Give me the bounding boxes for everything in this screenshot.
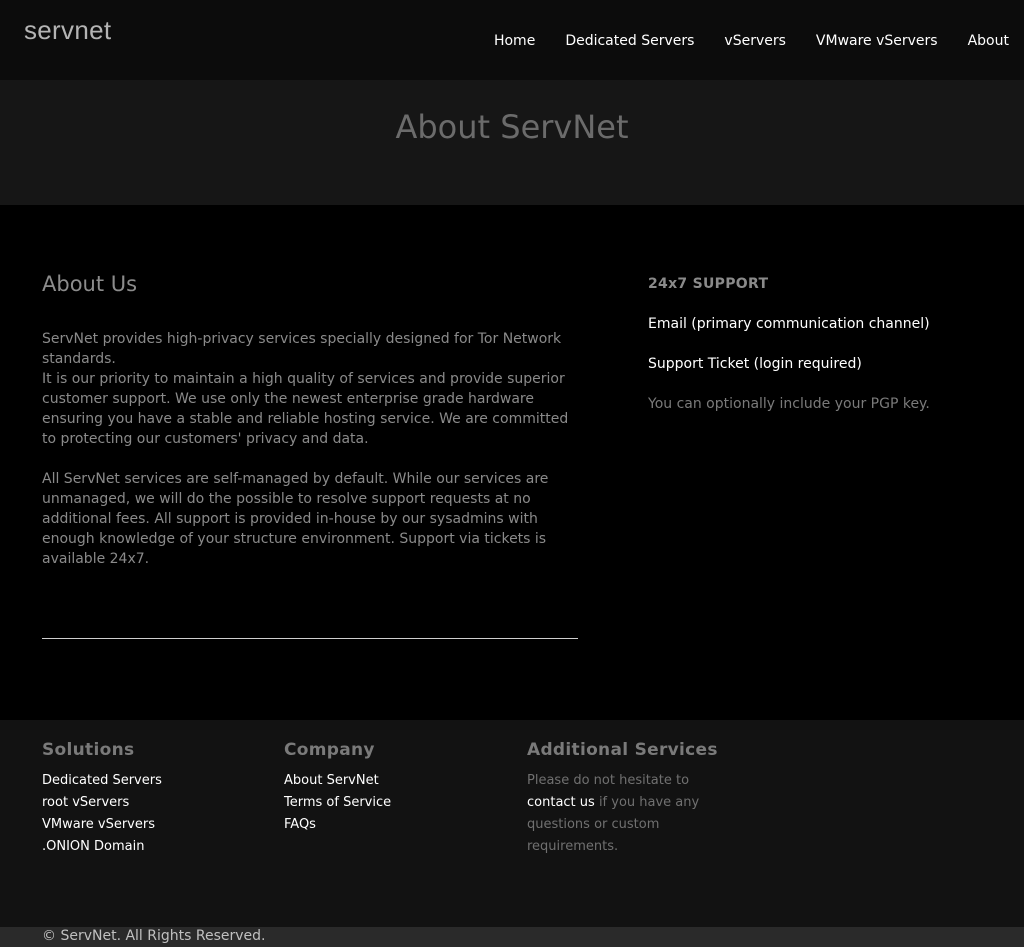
nav-home[interactable]: Home — [494, 33, 535, 49]
footer-link-dedicated-servers[interactable]: Dedicated Servers — [42, 770, 162, 792]
copyright-bar: © ServNet. All Rights Reserved. — [0, 927, 1024, 947]
footer-link-onion-domain[interactable]: .ONION Domain — [42, 836, 162, 858]
about-paragraph-1: ServNet provides high-privacy services s… — [42, 329, 578, 449]
section-divider — [42, 638, 578, 639]
support-ticket-link[interactable]: Support Ticket (login required) — [648, 356, 862, 372]
footer-solutions-title: Solutions — [42, 740, 135, 760]
footer-link-about[interactable]: About ServNet — [284, 770, 391, 792]
about-section: About Us ServNet provides high-privacy s… — [42, 272, 578, 567]
footer-link-terms[interactable]: Terms of Service — [284, 792, 391, 814]
nav-vservers[interactable]: vServers — [724, 33, 786, 49]
support-panel: 24x7 SUPPORT Email (primary communicatio… — [648, 276, 988, 412]
footer-solutions: Solutions Dedicated Servers root vServer… — [42, 740, 162, 858]
footer-link-vmware-vservers[interactable]: VMware vServers — [42, 814, 162, 836]
footer-company: Company About ServNet Terms of Service F… — [284, 740, 391, 836]
footer-additional-text: Please do not hesitate to contact us if y… — [527, 770, 717, 858]
copyright-text: © ServNet. All Rights Reserved. — [42, 928, 266, 944]
footer-additional-title: Additional Services — [527, 740, 718, 760]
nav-dedicated-servers[interactable]: Dedicated Servers — [565, 33, 694, 49]
pgp-note: You can optionally include your PGP key. — [648, 396, 930, 412]
footer-link-root-vservers[interactable]: root vServers — [42, 792, 162, 814]
nav-vmware-vservers[interactable]: VMware vServers — [816, 33, 938, 49]
additional-text-before: Please do not hesitate to — [527, 773, 690, 788]
about-paragraph-2: All ServNet services are self-managed by… — [42, 471, 549, 567]
page-header: About ServNet — [0, 80, 1024, 205]
about-text-intro: ServNet provides high-privacy services s… — [42, 331, 562, 367]
servnet-logo[interactable]: servnet — [24, 15, 111, 46]
about-heading: About Us — [42, 272, 138, 296]
top-navbar: servnet Home Dedicated Servers vServers … — [0, 0, 1024, 80]
main-nav: Home Dedicated Servers vServers VMware v… — [464, 33, 1009, 49]
footer-link-faqs[interactable]: FAQs — [284, 814, 391, 836]
about-text-priority: It is our priority to maintain a high qu… — [42, 371, 569, 447]
email-support-link[interactable]: Email (primary communication channel) — [648, 316, 930, 332]
site-footer: Solutions Dedicated Servers root vServer… — [0, 720, 1024, 927]
page-title: About ServNet — [395, 108, 629, 146]
contact-us-link[interactable]: contact us — [527, 795, 595, 810]
nav-about[interactable]: About — [968, 33, 1009, 49]
support-title: 24x7 SUPPORT — [648, 276, 769, 292]
footer-additional-services: Additional Services Please do not hesita… — [527, 740, 718, 858]
footer-company-title: Company — [284, 740, 375, 760]
